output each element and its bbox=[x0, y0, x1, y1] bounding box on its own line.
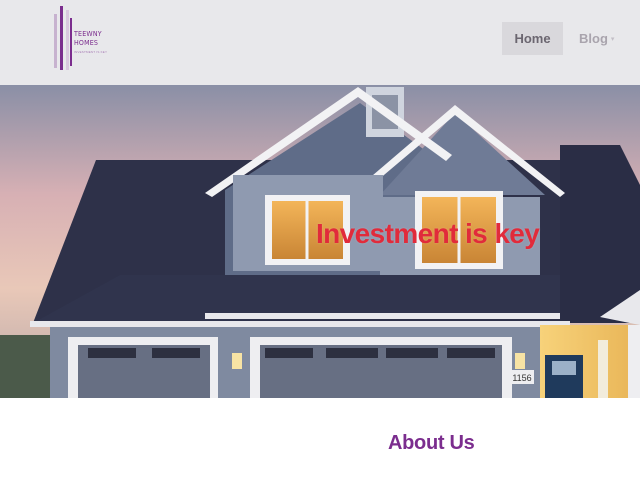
hero-banner: 1156 Investment is key bbox=[0, 85, 640, 398]
house-number: 1156 bbox=[512, 373, 531, 383]
chevron-down-icon: ▾ bbox=[610, 35, 615, 43]
teewny-homes-logo[interactable]: TEEWNY HOMES INVESTMENT IS KEY bbox=[54, 6, 114, 72]
logo-line-2: HOMES bbox=[74, 39, 99, 47]
nav-blog-label: Blog bbox=[579, 31, 608, 46]
nav-blog-dropdown[interactable]: Blog ▾ bbox=[571, 22, 622, 55]
logo-wordmark: TEEWNY HOMES bbox=[74, 30, 102, 48]
nav-home-link[interactable]: Home bbox=[502, 22, 563, 55]
hero-title: Investment is key bbox=[316, 218, 540, 249]
site-header: TEEWNY HOMES INVESTMENT IS KEY Home Blog… bbox=[0, 0, 640, 85]
about-us-heading: About Us bbox=[388, 432, 475, 454]
logo-tagline: INVESTMENT IS KEY bbox=[74, 50, 108, 54]
logo-line-1: TEEWNY bbox=[74, 30, 102, 38]
